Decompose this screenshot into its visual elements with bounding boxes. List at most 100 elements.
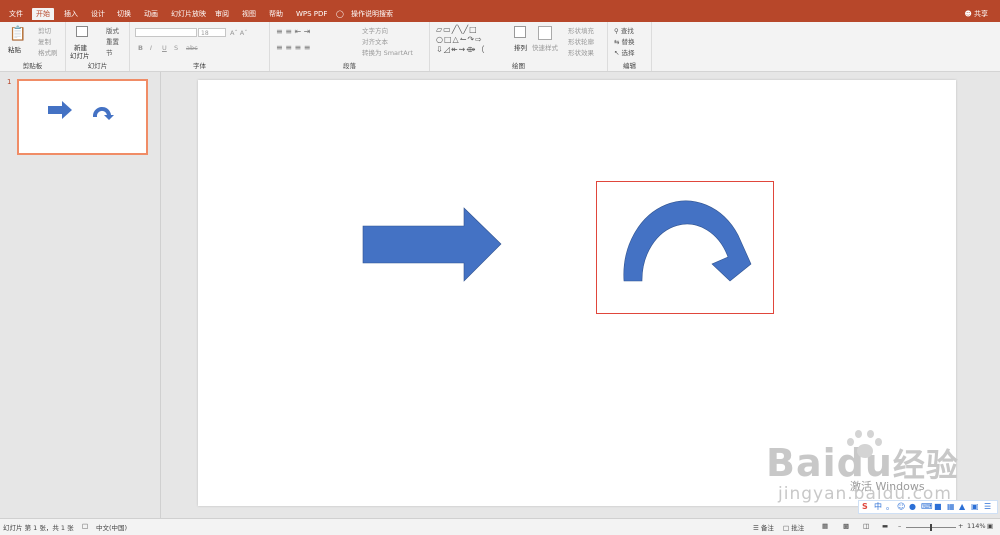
new-slide-button-label2[interactable]: 幻灯片 [70,50,90,60]
cut-button[interactable]: 剪切 [38,25,51,35]
bullets-icon[interactable]: ≡ ≡ ⇤ ⇥ [276,28,310,36]
quick-styles-button[interactable]: 快速样式 [532,42,558,52]
comments-button[interactable]: □ 批注 [783,522,804,532]
zoom-slider-thumb[interactable] [930,524,932,531]
editing-group: ⚲ 查找 ⇆ 替换 ↖ 选择 编辑 [608,22,652,71]
ribbon: 📋 粘贴 剪切 复制 格式刷 剪贴板 新建 幻灯片 版式 重置 节 幻灯片 18… [0,22,1000,72]
fit-slide-icon[interactable]: ▣ [987,522,993,530]
keyboard-icon[interactable]: ⌨ [921,502,933,512]
slideshow-icon[interactable]: ▬ [882,522,888,530]
find-icon: ⚲ [614,27,621,35]
strikethrough-button[interactable]: abc [186,44,198,52]
spellcheck-icon[interactable]: □ [82,522,88,530]
copy-button[interactable]: 复制 [38,36,51,46]
arrange-button[interactable]: 排列 [514,42,527,52]
reset-button[interactable]: 重置 [106,36,119,46]
share-button[interactable]: ☻ 共享 [964,8,988,20]
slide-count-status: 幻灯片 第 1 张，共 1 张 [3,524,74,532]
layout-button[interactable]: 版式 [106,25,119,35]
quick-styles-icon [538,26,552,40]
share-label: 共享 [974,10,988,18]
grow-font-button[interactable]: Aˆ Aˇ [230,29,247,37]
thumb-right-arrow [48,101,72,119]
ime-grid-icon[interactable]: ▣ [971,502,979,512]
underline-button[interactable]: U [162,44,167,52]
replace-icon: ⇆ [614,38,622,46]
baidu-bai: Bai [766,441,837,485]
font-size-box[interactable]: 18 [198,28,226,37]
sogou-icon[interactable]: S [862,502,868,512]
emoji-icon[interactable]: ☺ [897,502,905,512]
bold-button[interactable]: B [138,44,143,52]
convert-smartart-button[interactable]: 转换为 SmartArt [362,47,413,57]
notes-button[interactable]: ☰ 备注 [753,522,774,532]
tab-slideshow[interactable]: 幻灯片放映 [167,8,210,20]
italic-button[interactable]: I [150,44,152,52]
language-status[interactable]: 中文(中国) [96,522,127,532]
select-label: 选择 [621,49,635,57]
tab-file[interactable]: 文件 [5,8,27,20]
clipboard-group: 📋 粘贴 剪切 复制 格式刷 剪贴板 [0,22,66,71]
shadow-button[interactable]: S [174,44,178,52]
comments-label: 批注 [791,524,805,532]
reading-view-icon[interactable]: ◫ [863,522,869,530]
tab-animations[interactable]: 动画 [140,8,162,20]
replace-label: 替换 [621,38,635,46]
mic-icon[interactable]: ● [909,502,916,512]
ime-more-icon[interactable]: ☰ [984,502,991,512]
text-direction-button[interactable]: 文字方向 [362,25,388,35]
font-group: 18 Aˆ Aˇ B I U S abc 字体 [130,22,270,71]
ime-toolbar: S 中 。 ☺ ● ⌨ ■ ▦ ▲ ▣ ☰ [858,500,998,514]
shape-outline-button[interactable]: 形状轮廓 [568,36,594,46]
thumb-curved-arrow [92,106,114,120]
shape-fill-button[interactable]: 形状填充 [568,25,594,35]
ime-shirt-icon[interactable]: ▲ [959,502,965,512]
toolbox-icon[interactable]: ▦ [947,502,955,512]
find-label: 查找 [620,27,634,35]
zoom-level[interactable]: 114% [967,522,986,530]
ribbon-tabs: 文件 开始 插入 设计 切换 动画 幻灯片放映 审阅 视图 帮助 WPS PDF… [0,6,1000,22]
tab-design[interactable]: 设计 [87,8,109,20]
baidu-jingyan: 经验 [892,446,959,484]
font-name-box[interactable] [135,28,197,37]
align-icon[interactable]: ≡ ≡ ≡ ≡ [276,44,310,52]
format-painter-button[interactable]: 格式刷 [38,47,58,57]
tab-transitions[interactable]: 切换 [113,8,135,20]
tab-review[interactable]: 审阅 [211,8,233,20]
tell-me-search[interactable]: 操作说明搜索 [347,8,397,20]
thumbnail-number: 1 [7,78,12,86]
tab-home[interactable]: 开始 [32,8,54,20]
select-button[interactable]: ↖ 选择 [614,47,635,57]
skin-icon[interactable]: ■ [934,502,942,512]
section-button[interactable]: 节 [106,47,113,57]
font-label: 字体 [193,62,206,70]
paragraph-group: ≡ ≡ ⇤ ⇥ ≡ ≡ ≡ ≡ 文字方向 对齐文本 转换为 SmartArt 段… [270,22,430,71]
select-icon: ↖ [614,49,622,57]
zoom-in-button[interactable]: + [958,522,963,530]
align-text-button[interactable]: 对齐文本 [362,36,388,46]
slides-label: 幻灯片 [87,62,108,70]
paragraph-label: 段落 [343,62,356,70]
status-bar: 幻灯片 第 1 张，共 1 张 □ 中文(中国) ☰ 备注 □ 批注 ▦ ▩ ◫… [0,518,1000,535]
paste-button[interactable]: 粘贴 [8,44,21,54]
ime-chinese-toggle[interactable]: 中 [874,502,882,512]
replace-button[interactable]: ⇆ 替换 [614,36,635,46]
notes-label: 备注 [760,524,774,532]
paste-icon: 📋 [9,26,27,42]
tab-view[interactable]: 视图 [238,8,260,20]
tab-wps-pdf[interactable]: WPS PDF [292,8,331,20]
find-button[interactable]: ⚲ 查找 [614,25,634,35]
shapes-gallery[interactable]: ▱▭╱╲╱□ ○□△↼↷⇨ ⇩◿↞⇝⟴（ [436,25,502,57]
slides-group: 新建 幻灯片 版式 重置 节 幻灯片 [66,22,130,71]
right-arrow-shape[interactable] [362,207,502,282]
zoom-out-button[interactable]: – [898,522,901,530]
punctuation-icon[interactable]: 。 [886,502,894,512]
selection-highlight-box [596,181,774,314]
shape-effects-button[interactable]: 形状效果 [568,47,594,57]
tab-help[interactable]: 帮助 [265,8,287,20]
slide-thumbnail[interactable] [17,79,148,155]
editing-label: 编辑 [623,62,636,70]
normal-view-icon[interactable]: ▦ [822,522,828,530]
tab-insert[interactable]: 插入 [60,8,82,20]
slide-sorter-icon[interactable]: ▩ [843,522,849,530]
